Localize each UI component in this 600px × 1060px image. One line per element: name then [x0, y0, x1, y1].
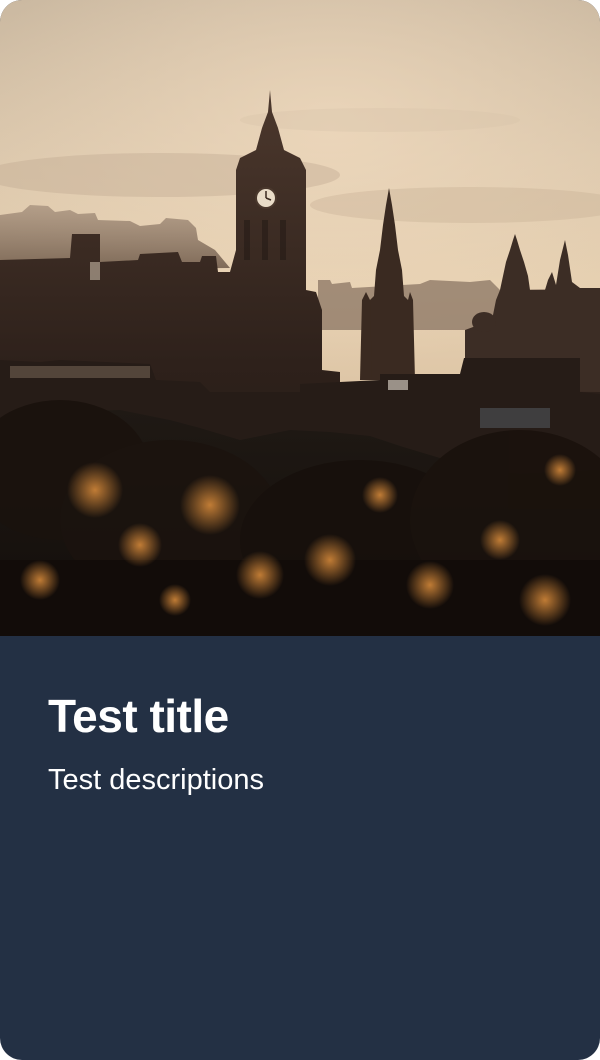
card-image-city-skyline: [0, 0, 600, 636]
card-title: Test title: [48, 690, 229, 742]
card-description: Test descriptions: [48, 764, 264, 796]
card-body: Test title Test descriptions: [0, 636, 600, 1060]
card[interactable]: Test title Test descriptions: [0, 0, 600, 1060]
